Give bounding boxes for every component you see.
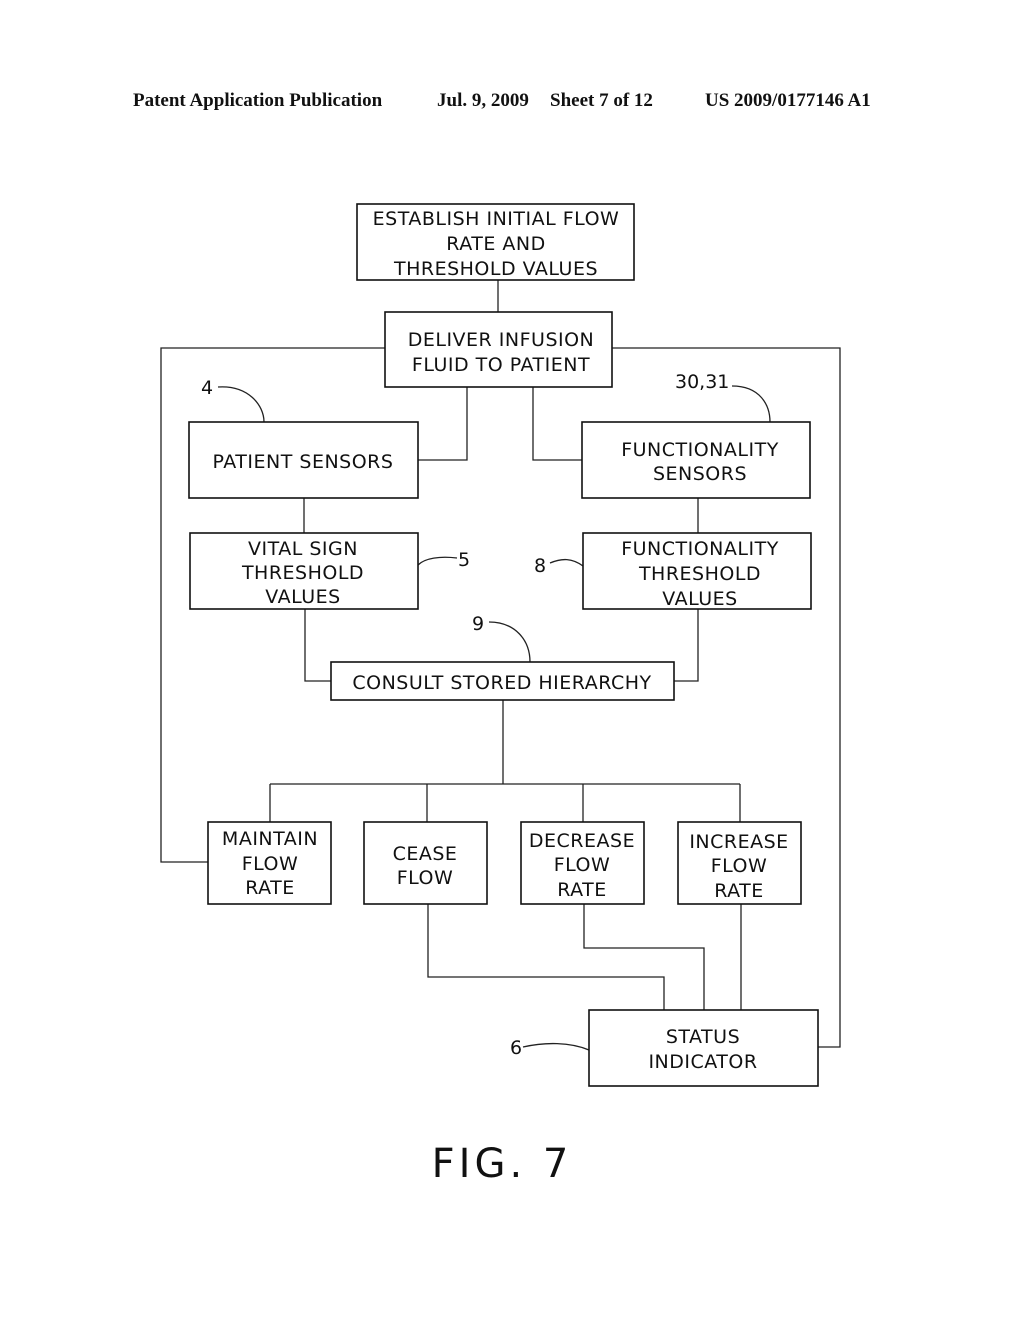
leader-8 [549,558,584,567]
box-text-line: PATIENT SENSORS [213,451,394,473]
box-text-line: RATE AND [446,233,545,255]
box-text-line: DELIVER INFUSION [408,329,595,351]
connector-deliver-functionality-sensors [532,387,582,461]
box-text-line: THRESHOLD [241,562,364,584]
leader-6 [522,1042,590,1051]
box-text-line: RATE [714,880,764,902]
connector-deliver-patient-sensors [418,387,468,461]
leader-5 [417,556,458,566]
ref-numeral-5: 5 [458,549,470,571]
leader-9 [488,621,531,663]
figure-label: FIG. 7 [432,1141,573,1187]
flowchart: ESTABLISH INITIAL FLOW RATE AND THRESHOL… [160,203,841,1187]
ref-numeral-30-31: 30,31 [675,371,729,393]
box-text-line: FUNCTIONALITY [621,439,779,461]
box-vital-sign-threshold: VITAL SIGN THRESHOLD VALUES [189,532,419,610]
box-text-line: DECREASE [529,830,635,852]
box-text-line: FLOW [711,855,768,877]
box-maintain-flow-rate: MAINTAIN FLOW RATE [207,821,332,905]
box-patient-sensors: PATIENT SENSORS [188,421,419,499]
box-text-line: THRESHOLD [638,563,761,585]
box-text-line: ESTABLISH INITIAL FLOW [373,208,620,230]
box-consult-stored-hierarchy: CONSULT STORED HIERARCHY [330,661,675,701]
ref-numeral-4: 4 [201,377,213,399]
connector-vital-consult [304,609,331,682]
box-text-line: FLOW [397,867,454,889]
ref-numeral-8: 8 [534,555,546,577]
box-text-line: VALUES [265,586,340,608]
box-establish-initial-flow: ESTABLISH INITIAL FLOW RATE AND THRESHOL… [356,203,635,281]
box-text-line: FLOW [554,854,611,876]
ref-numeral-6: 6 [510,1037,522,1059]
box-functionality-sensors: FUNCTIONALITY SENSORS [581,421,811,499]
connector-cease-status [427,904,665,1010]
box-text-line: RATE [557,879,607,901]
box-status-indicator: STATUS INDICATOR [588,1009,819,1087]
box-text-line: FLOW [242,853,299,875]
box-text-line: INDICATOR [648,1051,757,1073]
box-text-line: FUNCTIONALITY [621,538,779,560]
box-increase-flow-rate: INCREASE FLOW RATE [677,821,802,905]
box-text-line: SENSORS [653,463,747,485]
box-text-line: MAINTAIN [222,828,318,850]
box-text-line: THRESHOLD VALUES [393,258,598,280]
box-functionality-threshold: FUNCTIONALITY THRESHOLD VALUES [582,532,812,610]
box-text-line: CONSULT STORED HIERARCHY [352,672,651,694]
connector-threshold-consult [674,609,699,682]
box-text-line: FLUID TO PATIENT [412,354,590,376]
leader-30-31 [731,385,771,423]
box-text-line: VALUES [662,588,737,610]
box-text-line: VITAL SIGN [248,538,358,560]
box-deliver-infusion: DELIVER INFUSION FLUID TO PATIENT [384,311,613,388]
ref-numeral-9: 9 [472,613,484,635]
box-text-line: CEASE [393,843,458,865]
leader-4 [217,386,265,423]
box-cease-flow: CEASE FLOW [363,821,488,905]
box-text-line: RATE [245,877,295,899]
box-text-line: STATUS [666,1026,740,1048]
connector-decrease-status [583,904,705,1010]
box-text-line: INCREASE [689,831,788,853]
box-decrease-flow-rate: DECREASE FLOW RATE [520,821,645,905]
